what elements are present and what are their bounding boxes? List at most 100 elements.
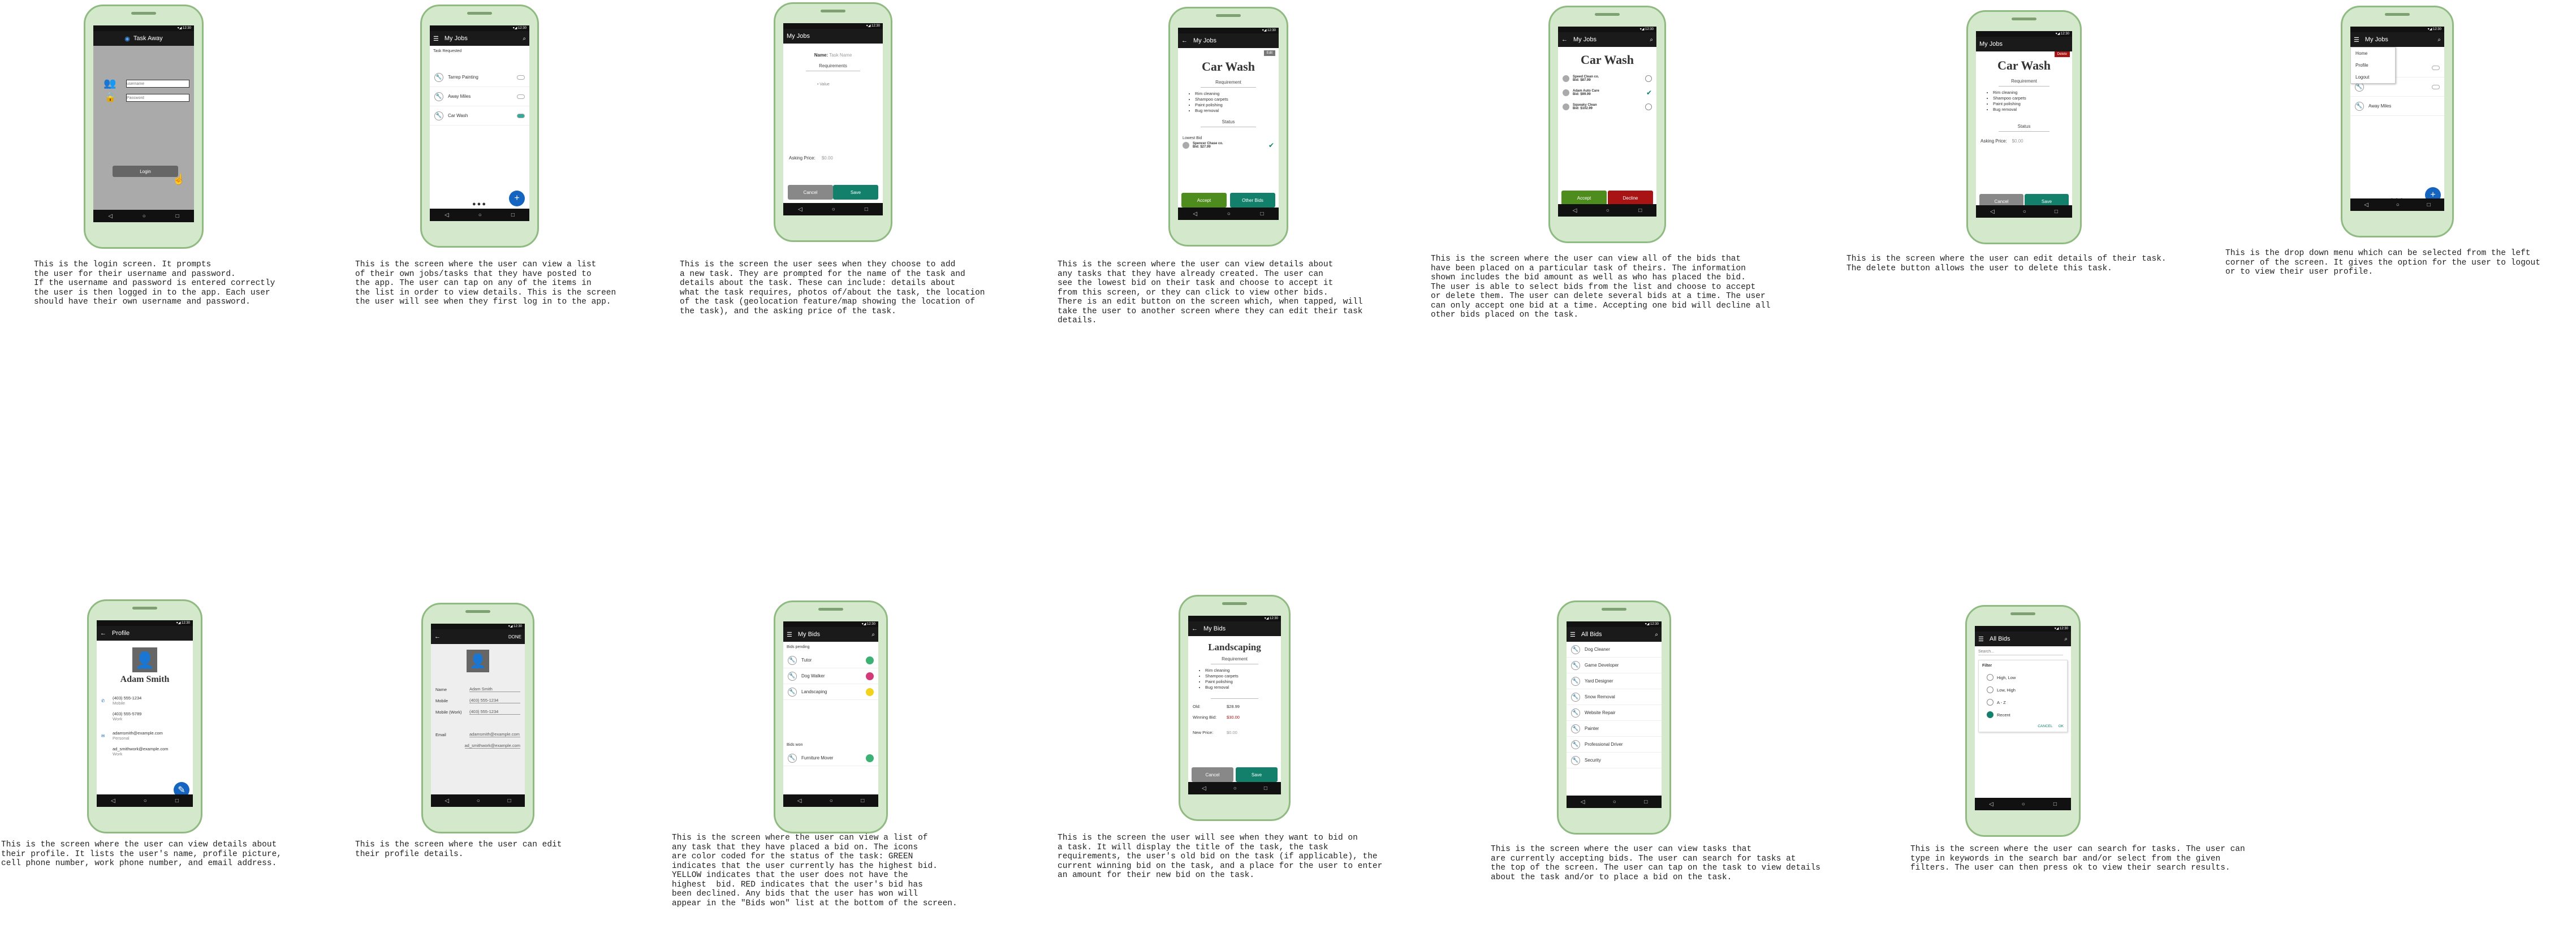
edit-row[interactable]: Email adamsmith@example.com	[431, 729, 525, 740]
list-item[interactable]: 🔧 Landscaping	[783, 684, 878, 700]
home-icon[interactable]: ○	[1606, 208, 1610, 214]
home-icon[interactable]: ○	[830, 798, 833, 804]
bid-row[interactable]: Speed Clean co. Bid: $87.99	[1563, 75, 1652, 82]
row-input[interactable]: Adam Smith	[469, 686, 520, 692]
search-icon[interactable]: ⌕	[2064, 636, 2068, 642]
select-checkbox[interactable]	[1645, 103, 1652, 110]
list-item[interactable]: 🔧 Professional Driver	[1567, 737, 1662, 753]
accept-button[interactable]: Accept	[1181, 193, 1227, 208]
edit-row[interactable]: ad_smithwork@example.com	[431, 740, 525, 751]
back-icon[interactable]: ◁	[445, 798, 449, 804]
toggle[interactable]	[517, 75, 525, 80]
back-icon[interactable]: ◁	[445, 212, 449, 218]
other-bids-button[interactable]: Other Bids	[1230, 193, 1275, 208]
ok-button[interactable]: OK	[2059, 724, 2064, 728]
password-field[interactable]	[126, 94, 189, 102]
list-item[interactable]: 🔧 Tutor	[783, 653, 878, 668]
filter-option[interactable]: Low, High	[1982, 684, 2064, 696]
back-icon[interactable]: ◁	[1581, 799, 1585, 805]
login-button[interactable]: Login	[113, 166, 178, 177]
radio-button[interactable]	[1987, 699, 1994, 706]
home-icon[interactable]: ○	[1233, 785, 1237, 792]
recents-icon[interactable]: □	[508, 798, 511, 804]
done-button[interactable]: DONE	[508, 634, 521, 640]
back-icon[interactable]: ◁	[1989, 801, 1994, 807]
home-icon[interactable]: ○	[144, 798, 147, 804]
menu-icon[interactable]: ☰	[433, 35, 439, 42]
price-input[interactable]: $0.00	[2012, 139, 2023, 144]
username-field[interactable]	[126, 80, 189, 88]
radio-button[interactable]	[1987, 674, 1994, 681]
home-icon[interactable]: ○	[2023, 209, 2026, 215]
back-arrow-icon[interactable]: ←	[1192, 625, 1198, 632]
recents-icon[interactable]: □	[1264, 785, 1267, 792]
edit-row[interactable]: Name Adam Smith	[431, 684, 525, 695]
home-icon[interactable]: ○	[2396, 202, 2400, 208]
task-name[interactable]: Car Wash	[1976, 58, 2072, 73]
back-icon[interactable]: ◁	[1202, 785, 1206, 792]
menu-item-logout[interactable]: Logout	[2351, 71, 2395, 83]
edit-row[interactable]: Mobile (403) 555-1234	[431, 695, 525, 706]
list-item[interactable]: 🔧 Game Developer	[1567, 658, 1662, 673]
check-icon[interactable]: ✔	[1646, 89, 1652, 97]
price-input[interactable]: $0.00	[1227, 730, 1237, 735]
back-icon[interactable]: ◁	[111, 798, 115, 804]
cancel-button[interactable]: CANCEL	[2038, 724, 2052, 728]
cancel-button[interactable]: Cancel	[788, 185, 833, 200]
back-icon[interactable]: ◁	[1573, 208, 1577, 214]
home-icon[interactable]: ○	[477, 798, 480, 804]
home-icon[interactable]: ○	[1613, 799, 1616, 805]
recents-icon[interactable]: □	[1644, 799, 1647, 805]
back-arrow-icon[interactable]: ←	[1181, 37, 1188, 44]
radio-button[interactable]	[1987, 686, 1994, 693]
accept-button[interactable]: Accept	[1561, 191, 1607, 205]
menu-icon[interactable]: ☰	[2354, 36, 2359, 44]
task-name-input[interactable]: Task Name	[829, 53, 852, 58]
menu-item-profile[interactable]: Profile	[2351, 59, 2395, 71]
delete-button[interactable]: Delete	[2054, 51, 2070, 57]
menu-icon[interactable]: ☰	[1570, 631, 1576, 638]
list-item[interactable]: 🔧 Security	[1567, 753, 1662, 768]
menu-item-home[interactable]: Home	[2351, 47, 2395, 59]
menu-icon[interactable]: ☰	[787, 631, 792, 638]
save-button[interactable]: Save	[1236, 767, 1278, 782]
back-arrow-icon[interactable]: ←	[100, 630, 106, 637]
requirement-bullet[interactable]: • Value	[817, 83, 883, 87]
search-input[interactable]	[1978, 649, 2063, 655]
row-input[interactable]: (403) 555-1234	[469, 698, 520, 703]
filter-option[interactable]: Recent	[1982, 708, 2064, 721]
recents-icon[interactable]: □	[511, 212, 515, 218]
back-icon[interactable]: ◁	[108, 213, 113, 219]
bid-row[interactable]: Adam Auto Care Bid: $99.99 ✔	[1563, 89, 1652, 97]
recents-icon[interactable]: □	[1261, 211, 1264, 217]
menu-icon[interactable]: ☰	[1978, 636, 1984, 643]
recents-icon[interactable]: □	[175, 798, 179, 804]
recents-icon[interactable]: □	[176, 213, 179, 219]
filter-option[interactable]: High, Low	[1982, 671, 2064, 684]
toggle[interactable]	[2432, 65, 2440, 70]
add-button[interactable]: +	[509, 191, 525, 206]
filter-option[interactable]: A - Z	[1982, 696, 2064, 708]
back-arrow-icon[interactable]: ←	[434, 633, 441, 640]
list-item[interactable]: 🔧 Painter	[1567, 721, 1662, 737]
row-input[interactable]: (403) 555-1234	[469, 709, 520, 715]
recents-icon[interactable]: □	[865, 206, 868, 213]
recents-icon[interactable]: □	[861, 798, 864, 804]
list-item[interactable]: 🔧 Tarrep Painting	[430, 68, 529, 87]
search-icon[interactable]: ⌕	[1655, 632, 1658, 638]
back-arrow-icon[interactable]: ←	[1561, 36, 1568, 43]
home-icon[interactable]: ○	[832, 206, 835, 213]
search-icon[interactable]: ⌕	[523, 36, 526, 42]
toggle[interactable]	[517, 94, 525, 99]
cancel-button[interactable]: Cancel	[1192, 767, 1233, 782]
home-icon[interactable]: ○	[478, 212, 482, 218]
new-price-row[interactable]: New Price: $0.00	[1188, 727, 1281, 738]
list-item[interactable]: 🔧 Dog Cleaner	[1567, 642, 1662, 658]
email-row[interactable]: ad_smithwork@example.com Work	[97, 744, 193, 759]
edit-row[interactable]: Mobile (Work) (403) 555-1234	[431, 706, 525, 718]
recents-icon[interactable]: □	[1638, 208, 1642, 214]
home-icon[interactable]: ○	[143, 213, 146, 219]
back-icon[interactable]: ◁	[2364, 202, 2368, 208]
list-item[interactable]: 🔧 Furniture Mover	[783, 750, 878, 766]
back-icon[interactable]: ◁	[798, 206, 802, 213]
